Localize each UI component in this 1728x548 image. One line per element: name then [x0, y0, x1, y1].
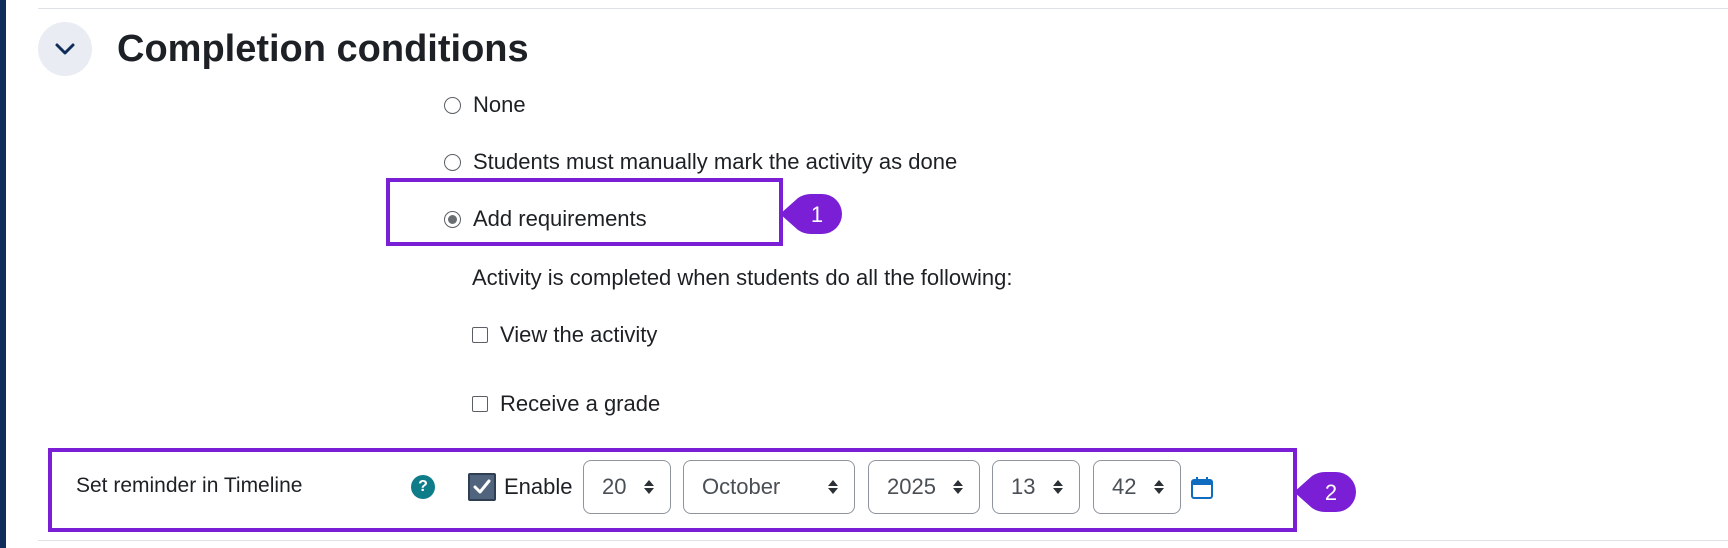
enable-label: Enable [504, 474, 573, 499]
select-arrows-icon [828, 480, 838, 494]
section-title: Completion conditions [117, 28, 529, 70]
callout-badge-2: 2 [1294, 472, 1356, 512]
select-arrows-icon [1053, 480, 1063, 494]
chevron-down-icon [55, 43, 75, 55]
receive-grade-label: Receive a grade [500, 391, 661, 416]
radio-none[interactable] [444, 96, 461, 114]
requirement-view-activity[interactable]: View the activity [472, 322, 657, 348]
checkbox-receive-grade[interactable] [472, 396, 488, 412]
hour-value: 13 [1011, 474, 1036, 499]
minute-select[interactable]: 42 [1093, 460, 1181, 514]
reminder-label: Set reminder in Timeline [76, 474, 303, 497]
minute-value: 42 [1112, 474, 1137, 499]
left-edge-bar [0, 0, 6, 548]
requirement-receive-grade[interactable]: Receive a grade [472, 391, 660, 417]
requirements-description: Activity is completed when students do a… [472, 265, 1013, 290]
hour-select[interactable]: 13 [992, 460, 1080, 514]
select-arrows-icon [953, 480, 963, 494]
callout-number-1: 1 [811, 202, 823, 227]
year-value: 2025 [887, 474, 936, 499]
checkbox-view-activity[interactable] [472, 327, 488, 343]
view-activity-label: View the activity [500, 322, 658, 347]
callout-number-2: 2 [1325, 480, 1337, 505]
bottom-divider [38, 540, 1728, 541]
option-none[interactable]: None [444, 92, 526, 118]
radio-manual[interactable] [444, 153, 461, 171]
highlight-box-1 [386, 178, 783, 246]
select-arrows-icon [644, 480, 654, 494]
collapse-section-button[interactable] [38, 22, 92, 76]
year-select[interactable]: 2025 [868, 460, 980, 514]
day-value: 20 [602, 474, 627, 499]
option-manual-label: Students must manually mark the activity… [473, 149, 958, 174]
option-none-label: None [473, 92, 526, 117]
calendar-icon[interactable] [1190, 476, 1214, 500]
question-circle-icon[interactable]: ? [411, 475, 435, 499]
month-value: October [702, 474, 781, 499]
checkmark-icon [473, 479, 491, 494]
select-arrows-icon [1154, 480, 1164, 494]
month-select[interactable]: October [683, 460, 855, 514]
top-divider [38, 8, 1728, 9]
enable-checkbox[interactable] [468, 473, 496, 501]
option-manual[interactable]: Students must manually mark the activity… [444, 149, 957, 175]
callout-badge-1: 1 [780, 194, 842, 234]
day-select[interactable]: 20 [583, 460, 671, 514]
enable-reminder[interactable]: Enable [468, 473, 573, 501]
